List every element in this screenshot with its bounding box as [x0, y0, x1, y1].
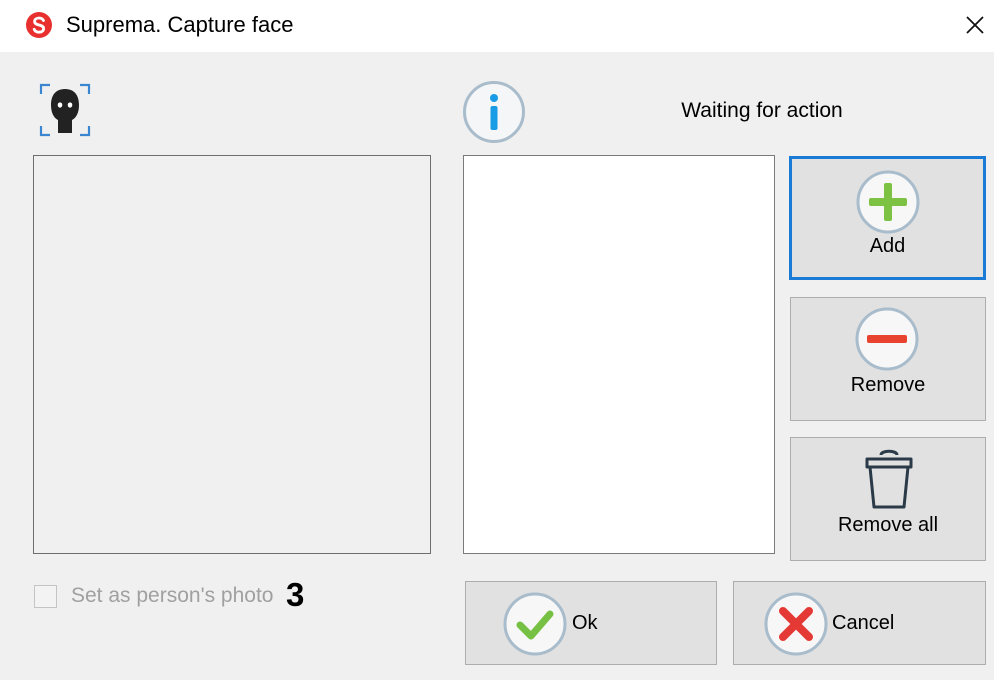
remove-button-label: Remove — [850, 374, 926, 396]
add-button[interactable]: Add — [789, 156, 986, 280]
step-annotation: 3 — [286, 576, 305, 613]
trash-icon — [865, 449, 913, 509]
set-as-photo-label: Set as person's photo — [71, 584, 274, 607]
status-message: Waiting for action — [681, 99, 843, 122]
suprema-logo-icon — [26, 12, 52, 38]
x-circle-icon — [764, 592, 828, 656]
plus-circle-icon — [856, 170, 920, 234]
face-capture-icon — [39, 83, 91, 137]
add-button-label: Add — [869, 235, 906, 257]
minus-circle-icon — [855, 307, 919, 371]
window-title: Suprema. Capture face — [66, 12, 294, 37]
ok-button-label: Ok — [572, 612, 598, 634]
face-preview-panel — [33, 155, 431, 554]
set-as-photo-checkbox[interactable] — [34, 585, 57, 608]
remove-all-button[interactable]: Remove all — [790, 437, 986, 561]
ok-button[interactable]: Ok — [465, 581, 717, 665]
captured-faces-list[interactable] — [463, 155, 775, 554]
info-icon — [463, 81, 525, 143]
cancel-button[interactable]: Cancel — [733, 581, 986, 665]
close-icon[interactable] — [958, 8, 990, 40]
checkmark-circle-icon — [503, 592, 567, 656]
title-bar: Suprema. Capture face — [0, 0, 994, 52]
remove-button[interactable]: Remove — [790, 297, 986, 421]
cancel-button-label: Cancel — [832, 612, 895, 634]
remove-all-button-label: Remove all — [837, 514, 939, 536]
